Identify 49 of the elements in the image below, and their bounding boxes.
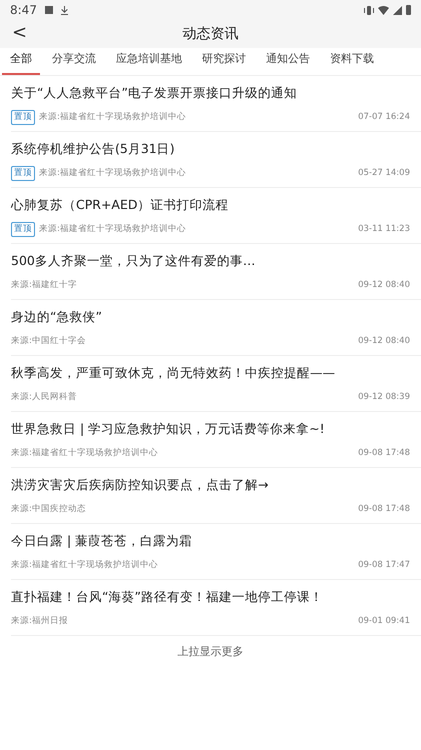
notification-icon <box>44 6 53 14</box>
download-icon <box>60 6 68 14</box>
category-tab[interactable]: 分享交流 <box>52 50 96 75</box>
news-source: 来源:中国疾控动态 <box>11 502 86 516</box>
news-source: 来源:中国红十字会 <box>11 334 86 348</box>
news-time: 05-27 14:09 <box>358 166 410 180</box>
wifi-icon <box>378 6 389 14</box>
news-source: 来源:福建省红十字现场救护培训中心 <box>11 446 158 460</box>
news-title[interactable]: 系统停机维护公告(5月31日) <box>11 141 175 156</box>
news-title[interactable]: 身边的“急救侠” <box>11 309 102 324</box>
news-source: 来源:人民网科普 <box>11 390 77 404</box>
page-title: 动态资讯 <box>182 24 238 44</box>
news-time: 03-11 11:23 <box>358 222 410 236</box>
category-tab[interactable]: 研究探讨 <box>202 50 246 75</box>
news-title[interactable]: 洪涝灾害灾后疾病防控知识要点，点击了解→ <box>11 477 268 492</box>
news-time: 07-07 16:24 <box>358 110 410 124</box>
news-title[interactable]: 500多人齐聚一堂，只为了这件有爱的事… <box>11 253 256 268</box>
load-more-hint: 上拉显示更多 <box>178 645 244 658</box>
status-time: 8:47 <box>10 2 37 19</box>
news-title[interactable]: 直扑福建！台风“海葵”路径有变！福建一地停工停课！ <box>11 589 323 604</box>
category-tab[interactable]: 通知公告 <box>266 50 310 75</box>
news-source: 来源:福建省红十字现场救护培训中心 <box>39 166 186 180</box>
news-title[interactable]: 世界急救日 | 学习应急救护知识，万元话费等你来拿~! <box>11 421 325 436</box>
news-time: 09-08 17:47 <box>358 558 410 572</box>
pinned-tag: 置顶 <box>11 110 35 124</box>
news-time: 09-08 17:48 <box>358 446 410 460</box>
news-title[interactable]: 心肺复苏（CPR+AED）证书打印流程 <box>11 197 228 212</box>
news-source: 来源:福州日报 <box>11 614 68 628</box>
category-tab[interactable]: 应急培训基地 <box>116 50 182 75</box>
vibrate-icon <box>364 6 374 14</box>
news-time: 09-08 17:48 <box>358 502 410 516</box>
news-time: 09-12 08:40 <box>358 278 410 292</box>
news-time: 09-12 08:40 <box>358 334 410 348</box>
news-source: 来源:福建省红十字现场救护培训中心 <box>39 222 186 236</box>
category-tab[interactable]: 全部 <box>2 50 40 75</box>
news-source: 来源:福建省红十字现场救护培训中心 <box>39 110 186 124</box>
news-title[interactable]: 今日白露 | 蒹葭苍苍，白露为霜 <box>11 533 192 548</box>
signal-icon <box>393 6 402 14</box>
news-time: 09-01 09:41 <box>358 614 410 628</box>
pinned-tag: 置顶 <box>11 166 35 180</box>
news-time: 09-12 08:39 <box>358 390 410 404</box>
pinned-tag: 置顶 <box>11 222 35 236</box>
news-source: 来源:福建省红十字现场救护培训中心 <box>11 558 158 572</box>
back-button[interactable]: < <box>8 22 32 44</box>
news-title[interactable]: 关于“人人急救平台”电子发票开票接口升级的通知 <box>11 85 297 100</box>
news-source: 来源:福建红十字 <box>11 278 77 292</box>
category-tab[interactable]: 资料下载 <box>330 50 374 75</box>
news-title[interactable]: 秋季高发，严重可致休克，尚无特效药！中疾控提醒—— <box>11 365 335 380</box>
battery-icon <box>406 5 411 15</box>
